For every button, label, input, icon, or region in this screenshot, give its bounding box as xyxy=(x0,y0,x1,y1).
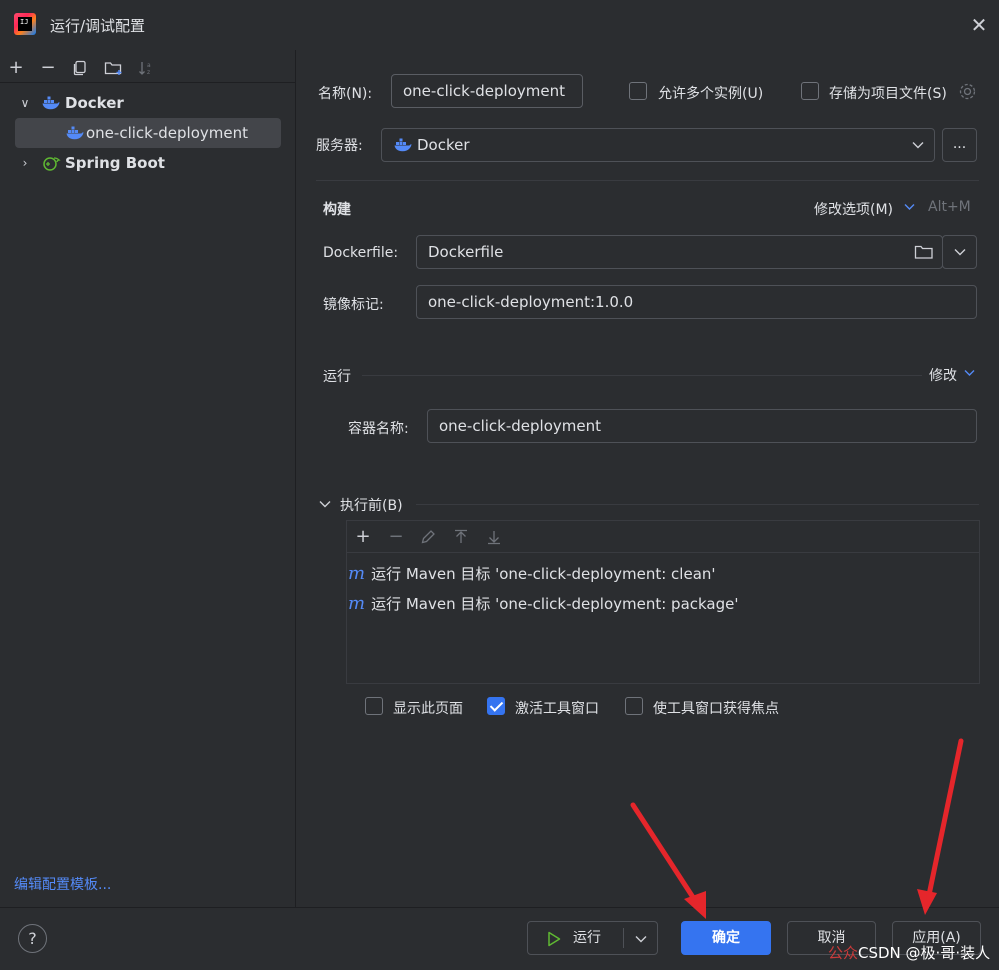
tree-item-one-click-deployment[interactable]: one-click-deployment xyxy=(15,118,281,148)
folder-icon[interactable] xyxy=(914,244,934,260)
tree-item-spring-boot[interactable]: › Spring Boot xyxy=(0,148,296,178)
task-label: 运行 Maven 目标 'one-click-deployment: clean… xyxy=(371,565,716,583)
show-page-label: 显示此页面 xyxy=(393,701,463,717)
sort-icon[interactable]: az xyxy=(134,56,158,80)
task-label: 运行 Maven 目标 'one-click-deployment: packa… xyxy=(371,595,739,613)
new-folder-icon[interactable] xyxy=(102,56,126,80)
run-modify-link[interactable]: 修改 xyxy=(929,365,957,385)
before-launch-title: 执行前(B) xyxy=(340,498,403,514)
chevron-down-icon xyxy=(964,370,975,376)
annotation-arrow xyxy=(630,802,706,919)
run-section-title: 运行 xyxy=(323,369,351,385)
add-task-icon[interactable]: + xyxy=(351,525,375,549)
help-button[interactable]: ? xyxy=(18,924,47,953)
server-dropdown[interactable]: Docker xyxy=(381,128,935,162)
divider xyxy=(623,928,624,948)
build-section-title: 构建 xyxy=(323,202,351,218)
tree-item-label: Spring Boot xyxy=(65,154,165,172)
task-toolbar: + − xyxy=(347,521,979,553)
server-more-button[interactable]: ... xyxy=(942,128,977,162)
run-button-label: 运行 xyxy=(573,930,601,946)
run-button-group[interactable]: 运行 xyxy=(527,921,658,955)
chevron-down-icon[interactable]: ∨ xyxy=(18,88,32,118)
watermark: 公众CSDN @极·哥·装人 xyxy=(828,944,991,962)
docker-icon xyxy=(66,126,84,140)
container-name-label: 容器名称: xyxy=(348,421,409,437)
tree-item-docker[interactable]: ∨ Docker xyxy=(0,88,296,118)
focus-tool-window-label: 使工具窗口获得焦点 xyxy=(653,701,779,717)
spring-boot-icon xyxy=(43,157,61,171)
docker-icon xyxy=(394,138,412,152)
task-item[interactable]: m 运行 Maven 目标 'one-click-deployment: pack… xyxy=(348,593,739,614)
close-icon[interactable]: ✕ xyxy=(968,14,990,36)
move-down-icon[interactable] xyxy=(486,529,502,545)
maven-icon: m xyxy=(348,563,366,584)
image-tag-input[interactable]: one-click-deployment:1.0.0 xyxy=(416,285,977,319)
copy-icon[interactable] xyxy=(68,56,92,80)
remove-task-icon[interactable]: − xyxy=(384,525,408,549)
chevron-down-icon[interactable] xyxy=(635,935,647,943)
configuration-tree-panel xyxy=(0,50,296,907)
focus-tool-window-checkbox[interactable] xyxy=(625,697,643,715)
chevron-down-icon[interactable] xyxy=(319,500,331,508)
image-tag-label: 镜像标记: xyxy=(323,297,384,313)
chevron-down-icon xyxy=(912,142,924,149)
divider xyxy=(362,375,922,376)
tree-toolbar: + − az xyxy=(0,53,296,83)
maven-icon: m xyxy=(348,593,366,614)
ok-button[interactable]: 确定 xyxy=(681,921,771,955)
allow-multiple-checkbox[interactable] xyxy=(629,82,647,100)
modify-options-shortcut: Alt+M xyxy=(928,199,971,215)
allow-multiple-label: 允许多个实例(U) xyxy=(658,86,764,102)
chevron-down-icon xyxy=(954,249,966,256)
store-as-project-checkbox[interactable] xyxy=(801,82,819,100)
show-page-checkbox[interactable] xyxy=(365,697,383,715)
intellij-logo-icon: IJ xyxy=(14,13,36,35)
dockerfile-input[interactable]: Dockerfile xyxy=(416,235,943,269)
container-name-input[interactable]: one-click-deployment xyxy=(427,409,977,443)
docker-icon xyxy=(42,96,60,110)
edit-templates-link[interactable]: 编辑配置模板... xyxy=(14,874,111,894)
svg-text:z: z xyxy=(147,69,150,76)
dockerfile-label: Dockerfile: xyxy=(323,245,399,261)
divider xyxy=(416,504,979,505)
task-item[interactable]: m 运行 Maven 目标 'one-click-deployment: clea… xyxy=(348,563,716,584)
window-title: 运行/调试配置 xyxy=(50,17,146,35)
svg-text:a: a xyxy=(147,62,151,69)
annotation-arrow xyxy=(917,738,964,915)
remove-icon[interactable]: − xyxy=(36,56,60,80)
dockerfile-dropdown-button[interactable] xyxy=(942,235,977,269)
modify-options-link[interactable]: 修改选项(M) xyxy=(814,199,893,219)
gear-icon[interactable] xyxy=(958,82,977,101)
divider xyxy=(316,180,979,181)
tree-item-label: one-click-deployment xyxy=(86,124,248,142)
name-label: 名称(N): xyxy=(318,86,373,102)
edit-icon[interactable] xyxy=(420,529,436,545)
server-label: 服务器: xyxy=(316,138,363,154)
title-bar xyxy=(0,0,999,50)
server-value: Docker xyxy=(417,136,470,154)
add-icon[interactable]: + xyxy=(4,56,28,80)
store-as-project-label: 存储为项目文件(S) xyxy=(829,86,947,102)
activate-tool-window-checkbox[interactable] xyxy=(487,697,505,715)
move-up-icon[interactable] xyxy=(453,529,469,545)
name-input[interactable]: one-click-deployment xyxy=(391,74,583,108)
chevron-right-icon[interactable]: › xyxy=(18,148,32,178)
activate-tool-window-label: 激活工具窗口 xyxy=(515,701,599,717)
tree-item-label: Docker xyxy=(65,94,124,112)
play-icon xyxy=(548,931,561,947)
chevron-down-icon xyxy=(904,204,915,210)
